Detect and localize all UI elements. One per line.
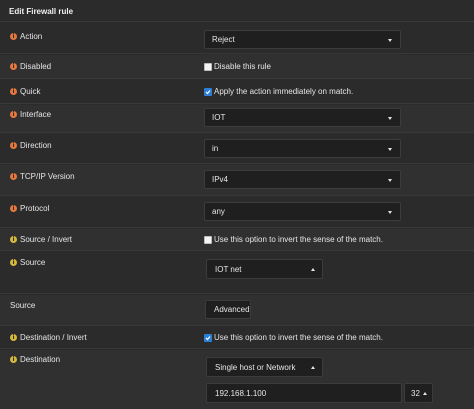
label-direction: i Direction <box>10 141 52 150</box>
info-icon[interactable]: i <box>10 259 17 266</box>
checkbox-icon[interactable] <box>204 235 212 244</box>
row-quick: i Quick Apply the action immediately on … <box>0 80 474 104</box>
label-interface: i Interface <box>10 110 51 119</box>
disabled-checkbox[interactable]: Disable this rule <box>204 62 271 71</box>
info-icon[interactable]: i <box>10 88 17 95</box>
checkbox-checked-icon[interactable] <box>204 333 212 342</box>
label-protocol: i Protocol <box>10 204 49 213</box>
destination-select[interactable]: Single host or Network <box>206 357 323 377</box>
row-direction: i Direction in <box>0 134 474 164</box>
info-icon[interactable]: i <box>10 356 17 363</box>
action-select[interactable]: Reject <box>204 30 401 49</box>
label-destination: i Destination <box>10 355 60 364</box>
chevron-up-icon <box>423 392 427 395</box>
row-disabled: i Disabled Disable this rule <box>0 55 474 79</box>
checkbox-checked-icon[interactable] <box>204 87 212 96</box>
panel-header: Edit Firewall rule <box>0 0 474 22</box>
chevron-down-icon <box>388 148 392 151</box>
label-quick: i Quick <box>10 87 40 96</box>
label-destination-invert: i Destination / Invert <box>10 333 87 342</box>
chevron-down-icon <box>388 211 392 214</box>
info-icon[interactable]: i <box>10 142 17 149</box>
checkbox-icon[interactable] <box>204 62 212 71</box>
source-invert-checkbox[interactable]: Use this option to invert the sense of t… <box>204 235 383 244</box>
row-action: i Action Reject <box>0 23 474 54</box>
info-icon[interactable]: i <box>10 205 17 212</box>
chevron-down-icon <box>388 179 392 182</box>
info-icon[interactable]: i <box>10 173 17 180</box>
row-source-invert: i Source / Invert Use this option to inv… <box>0 229 474 251</box>
row-interface: i Interface IOT <box>0 105 474 133</box>
source-select[interactable]: IOT net <box>206 259 323 279</box>
tcpip-select[interactable]: IPv4 <box>204 170 401 189</box>
chevron-down-icon <box>388 117 392 120</box>
interface-select[interactable]: IOT <box>204 108 401 127</box>
info-icon[interactable]: i <box>10 334 17 341</box>
quick-checkbox[interactable]: Apply the action immediately on match. <box>204 87 353 96</box>
info-icon[interactable]: i <box>10 63 17 70</box>
destination-mask-select[interactable]: 32 <box>404 383 433 403</box>
label-source-advanced: Source <box>10 301 36 310</box>
row-source: i Source IOT net <box>0 252 474 294</box>
row-source-advanced: Source Advanced <box>0 295 474 326</box>
destination-invert-checkbox[interactable]: Use this option to invert the sense of t… <box>204 333 383 342</box>
protocol-select[interactable]: any <box>204 202 401 221</box>
row-destination-invert: i Destination / Invert Use this option t… <box>0 327 474 349</box>
advanced-button[interactable]: Advanced <box>205 300 251 319</box>
info-icon[interactable]: i <box>10 111 17 118</box>
chevron-up-icon <box>311 366 315 369</box>
label-disabled: i Disabled <box>10 62 51 71</box>
destination-address-input[interactable]: 192.168.1.100 <box>206 383 402 403</box>
info-icon[interactable]: i <box>10 236 17 243</box>
label-action: i Action <box>10 32 42 41</box>
chevron-up-icon <box>311 268 315 271</box>
info-icon[interactable]: i <box>10 33 17 40</box>
row-destination: i Destination Single host or Network 192… <box>0 350 474 409</box>
row-tcpip: i TCP/IP Version IPv4 <box>0 165 474 196</box>
direction-select[interactable]: in <box>204 139 401 158</box>
chevron-down-icon <box>388 39 392 42</box>
label-tcpip: i TCP/IP Version <box>10 172 75 181</box>
label-source-invert: i Source / Invert <box>10 235 72 244</box>
row-protocol: i Protocol any <box>0 197 474 228</box>
page-title: Edit Firewall rule <box>9 7 74 16</box>
label-source: i Source <box>10 258 45 267</box>
